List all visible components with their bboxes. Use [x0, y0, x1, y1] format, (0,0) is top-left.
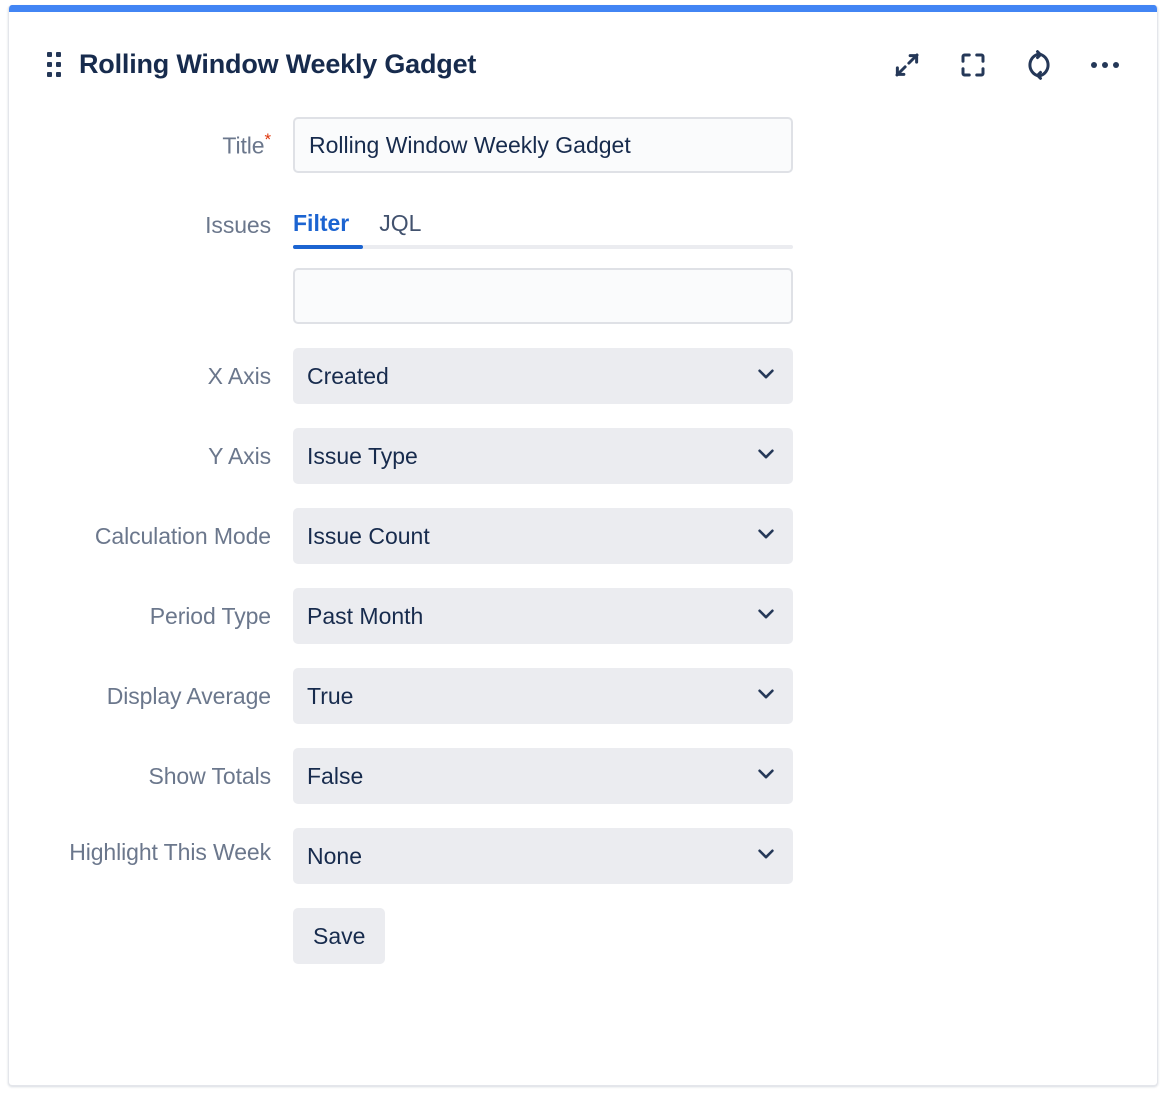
ellipsis-icon — [1091, 62, 1119, 68]
refresh-icon — [1024, 50, 1054, 80]
issues-label: Issues — [9, 197, 293, 240]
show-totals-row: Show Totals TrueFalse — [9, 748, 1157, 804]
x-axis-label: X Axis — [9, 348, 293, 391]
gadget-card: Rolling Window Weekly Gadget — [8, 5, 1158, 1086]
highlight-this-week-label: Highlight This Week — [9, 828, 293, 867]
display-average-row: Display Average TrueFalse — [9, 668, 1157, 724]
period-type-label: Period Type — [9, 588, 293, 631]
tab-filter[interactable]: Filter — [293, 210, 349, 245]
save-spacer — [9, 908, 293, 922]
tab-jql[interactable]: JQL — [379, 210, 421, 245]
maximize-button[interactable] — [953, 45, 993, 85]
period-type-row: Period Type Past WeekPast MonthPast Quar… — [9, 588, 1157, 644]
more-options-button[interactable] — [1085, 45, 1125, 85]
gadget-configuration-page: Rolling Window Weekly Gadget — [0, 0, 1166, 1098]
y-axis-select[interactable]: Issue TypeStatusPriorityAssigneeProject — [293, 428, 793, 484]
gadget-config-form: Title* Issues Filter JQL — [9, 117, 1157, 988]
maximize-brackets-icon — [958, 50, 988, 80]
y-axis-row: Y Axis Issue TypeStatusPriorityAssigneeP… — [9, 428, 1157, 484]
show-totals-label: Show Totals — [9, 748, 293, 791]
calculation-mode-select[interactable]: Issue CountStory PointsTime SpentOrigina… — [293, 508, 793, 564]
tabs-underline-track — [293, 245, 793, 249]
issues-tabs: Filter JQL — [293, 197, 793, 324]
x-axis-row: X Axis CreatedUpdatedResolvedDue Date — [9, 348, 1157, 404]
gadget-title: Rolling Window Weekly Gadget — [79, 49, 476, 80]
gadget-header: Rolling Window Weekly Gadget — [9, 12, 1157, 117]
save-button[interactable]: Save — [293, 908, 385, 964]
required-marker: * — [264, 130, 271, 149]
show-totals-select[interactable]: TrueFalse — [293, 748, 793, 804]
active-tab-indicator — [293, 245, 363, 249]
title-input[interactable] — [293, 117, 793, 173]
filter-input[interactable] — [293, 268, 793, 324]
save-row: Save — [9, 908, 1157, 964]
display-average-label: Display Average — [9, 668, 293, 711]
highlight-this-week-select[interactable]: NoneBoldColor — [293, 828, 793, 884]
x-axis-select[interactable]: CreatedUpdatedResolvedDue Date — [293, 348, 793, 404]
collapse-button[interactable] — [887, 45, 927, 85]
period-type-select[interactable]: Past WeekPast MonthPast QuarterPast Year — [293, 588, 793, 644]
calculation-mode-label: Calculation Mode — [9, 508, 293, 551]
title-label: Title* — [9, 117, 293, 161]
header-actions — [887, 45, 1125, 85]
calculation-mode-row: Calculation Mode Issue CountStory Points… — [9, 508, 1157, 564]
display-average-select[interactable]: TrueFalse — [293, 668, 793, 724]
highlight-this-week-row: Highlight This Week NoneBoldColor — [9, 828, 1157, 884]
top-accent-bar — [9, 5, 1157, 12]
refresh-button[interactable] — [1019, 45, 1059, 85]
drag-handle-icon[interactable] — [45, 52, 63, 78]
title-row: Title* — [9, 117, 1157, 173]
issues-row: Issues Filter JQL — [9, 197, 1157, 324]
y-axis-label: Y Axis — [9, 428, 293, 471]
collapse-arrows-icon — [892, 50, 922, 80]
